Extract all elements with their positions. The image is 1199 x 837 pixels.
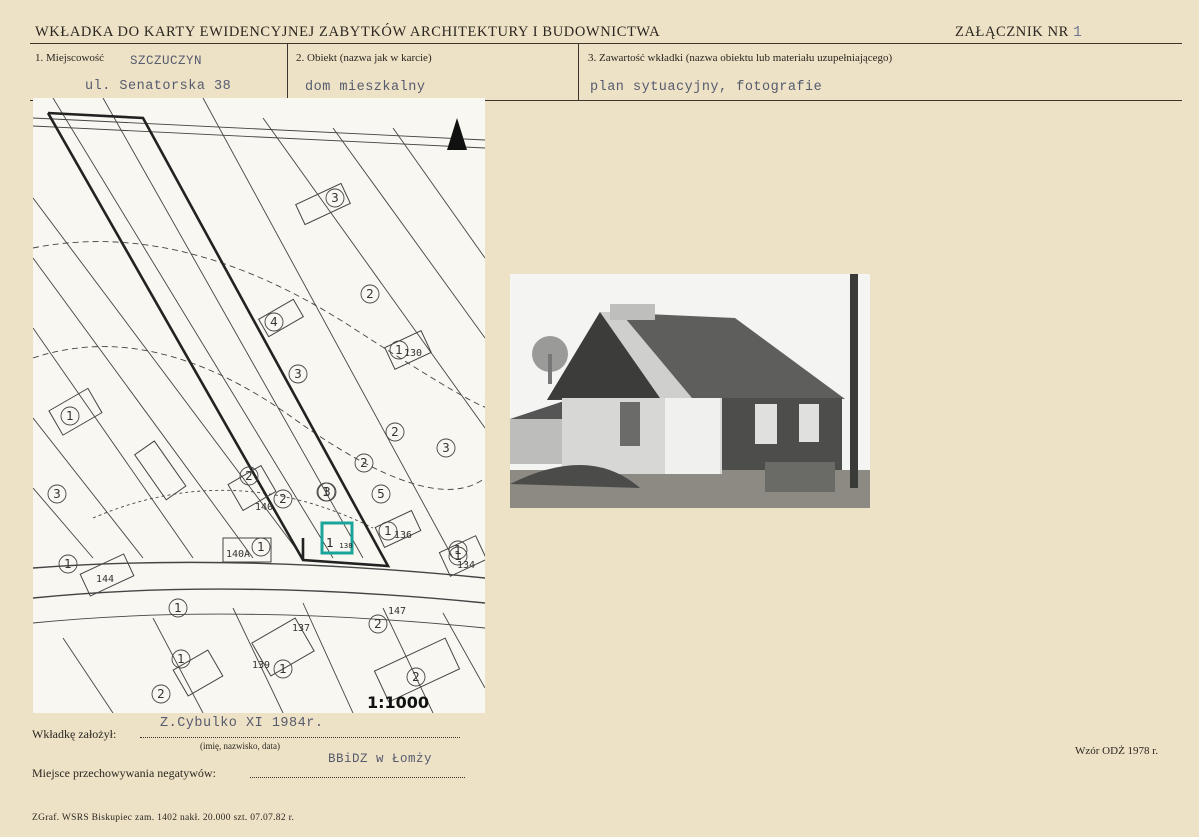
contents-value: plan sytuacyjny, fotografie: [590, 80, 823, 95]
parcel-number: 3: [331, 191, 339, 205]
annex-number: 1: [1073, 25, 1083, 41]
storage-value: BBiDZ w Łomży: [328, 752, 433, 766]
parcel-number: 4: [270, 315, 278, 329]
parcel-number: 1: [395, 343, 403, 357]
card-title: WKŁADKA DO KARTY EWIDENCYJNEJ ZABYTKÓW A…: [35, 24, 661, 40]
founder-label: Wkładkę założył:: [32, 727, 117, 741]
locality-value: SZCZUCZYN: [130, 54, 203, 68]
house-number: 147: [388, 606, 406, 617]
house-number: 134: [457, 560, 475, 571]
storage-dotted-line: [250, 777, 465, 778]
header-rule-top: [30, 43, 1182, 44]
parcel-number: 1: [279, 662, 287, 676]
parcel-number: 1: [322, 485, 330, 499]
house-number: 130: [404, 348, 422, 359]
parcel-number: 3: [53, 487, 61, 501]
parcel-number: 2: [412, 670, 420, 684]
object-label: 2. Obiekt (nazwa jak w karcie): [296, 52, 432, 64]
parcel-number: 1: [384, 524, 392, 538]
address-value: ul. Senatorska 38: [85, 79, 232, 94]
header-divider-1: [287, 43, 288, 100]
storage-label: Miejsce przechowywania negatywów:: [32, 766, 216, 780]
parcel-number: 2: [391, 425, 399, 439]
object-value: dom mieszkalny: [305, 80, 426, 95]
site-plan-map: 32431232531212113112121121 130 136 134 140 1…: [33, 98, 485, 713]
parcel-number: 5: [377, 487, 385, 501]
highlighted-house-number: 138: [339, 542, 352, 550]
parcel-number: 1: [257, 540, 265, 554]
parcel-number: 1: [174, 601, 182, 615]
header-divider-2: [578, 43, 579, 100]
site-plan-drawing: 32431232531212113112121121 1301361341401…: [33, 98, 485, 713]
pattern-note: Wzór ODŻ 1978 r.: [1075, 745, 1159, 757]
annex-label-text: ZAŁĄCZNIK NR: [955, 24, 1069, 40]
house-number: 140: [255, 502, 273, 513]
map-scale: 1:1000: [367, 693, 429, 712]
house-photograph: [510, 274, 870, 508]
locality-label: 1. Miejscowość: [35, 52, 105, 64]
record-card: WKŁADKA DO KARTY EWIDENCYJNEJ ZABYTKÓW A…: [0, 0, 1199, 837]
parcel-number: 3: [294, 367, 302, 381]
contents-label: 3. Zawartość wkładki (nazwa obiektu lub …: [588, 52, 893, 64]
parcel-number: 2: [366, 287, 374, 301]
parcel-number: 2: [157, 687, 165, 701]
founder-caption: (imię, nazwisko, data): [200, 741, 280, 751]
parcel-number: 2: [245, 469, 253, 483]
north-arrow-icon: [447, 118, 467, 150]
parcel-number: 1: [177, 652, 185, 666]
founder-value: Z.Cybulko XI 1984r.: [160, 716, 324, 731]
annex-label: ZAŁĄCZNIK NR 1: [955, 24, 1082, 41]
parcel-number: 2: [279, 492, 287, 506]
house-number: 144: [96, 574, 114, 585]
house-number: 136: [394, 530, 412, 541]
parcel-number: 2: [360, 456, 368, 470]
founder-dotted-line: [140, 737, 460, 738]
house-photograph-image: [510, 274, 870, 508]
parcel-number: 1: [64, 557, 72, 571]
parcel-number: 1: [66, 409, 74, 423]
house-number: 140A: [226, 549, 250, 560]
house-number: 137: [292, 623, 310, 634]
printer-note: ZGraf. WSRS Biskupiec zam. 1402 nakł. 20…: [32, 813, 295, 823]
parcel-number: 3: [442, 441, 450, 455]
parcel-number: 2: [374, 617, 382, 631]
house-number: 139: [252, 660, 270, 671]
highlighted-parcel-label: 1: [326, 536, 334, 550]
